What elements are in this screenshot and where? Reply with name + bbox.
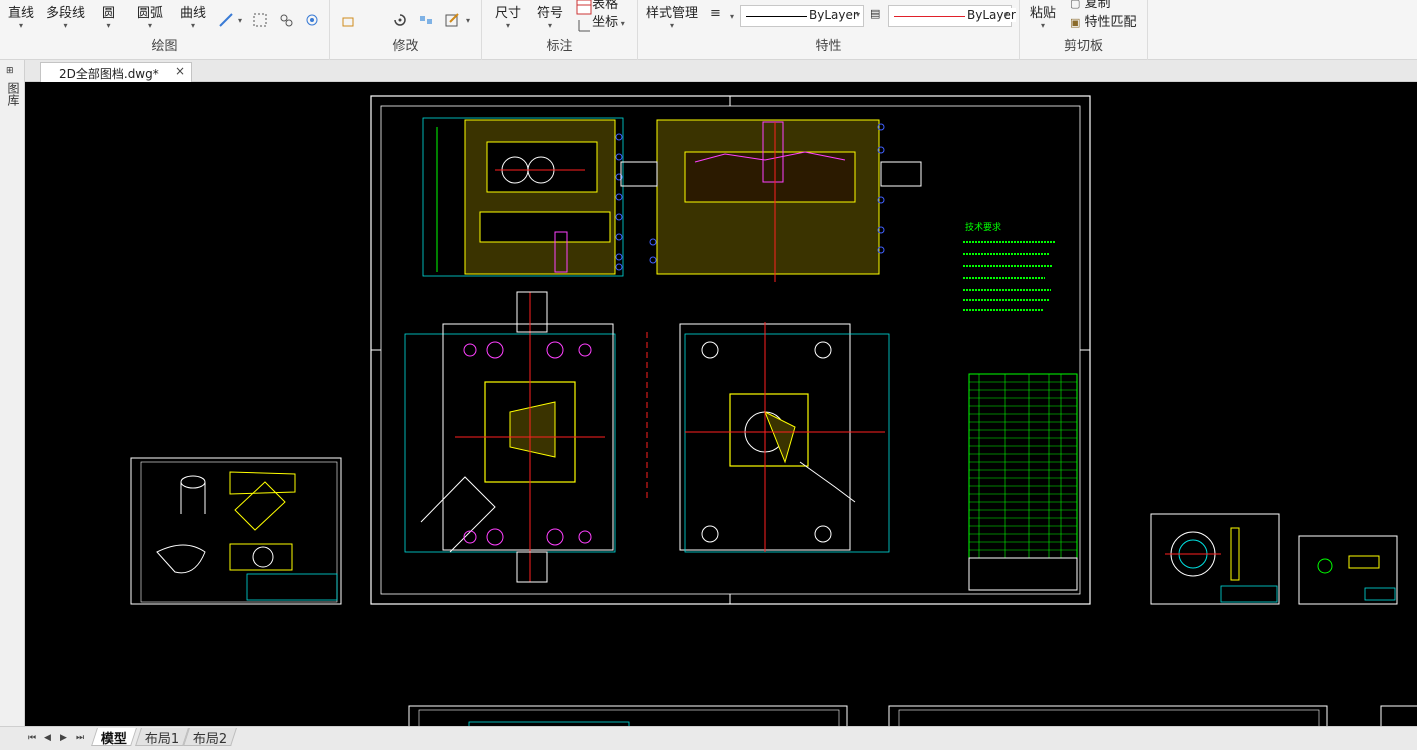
polyline-button[interactable]: 多段线 ▾ <box>46 2 85 31</box>
lineweight-list-icon[interactable]: ▤ <box>870 7 880 20</box>
coordinate-icon <box>576 17 590 31</box>
symbol-button[interactable]: 符号 ▾ <box>537 2 563 31</box>
line-button[interactable]: 直线 ▾ <box>8 2 34 31</box>
dimension-label: 尺寸 <box>495 6 522 21</box>
plan-view-right <box>679 322 890 553</box>
library-panel-label: 图库 <box>6 82 20 106</box>
lineweight-combo[interactable]: ByLayer ▾ <box>888 5 1016 27</box>
tab-layout2-label: 布局2 <box>192 732 228 747</box>
arc-button[interactable]: 圆弧 ▾ <box>137 2 163 31</box>
tab-layout1-label: 布局1 <box>144 732 180 747</box>
boundary-icon[interactable] <box>304 12 320 28</box>
lineweight-sample <box>894 16 966 17</box>
section-view-left <box>422 117 624 277</box>
last-layout-icon[interactable]: ⏭ <box>76 733 84 743</box>
annotate-group-title: 标注 <box>546 39 573 54</box>
region-icon[interactable] <box>278 12 294 28</box>
drawing-svg: 技术要求 <box>130 95 1417 728</box>
draw-group-title: 绘图 <box>151 39 178 54</box>
linetype-value: ByLayer <box>807 8 858 22</box>
copy-button[interactable]: ▢ 复制 <box>1070 0 1111 11</box>
circle-button[interactable]: 圆 ▾ <box>102 2 115 31</box>
table-icon <box>576 0 592 14</box>
first-layout-icon[interactable]: ⏮ <box>28 733 36 743</box>
section-view-right <box>620 119 922 282</box>
small-sheet-right-1 <box>1150 513 1280 605</box>
ribbon: 直线 ▾ 多段线 ▾ 圆 ▾ 圆弧 ▾ 曲线 ▾ ▾ 绘图 ▾ 修改 尺寸 ▾ 符号 ▾ <box>0 0 1417 60</box>
document-tab-title: 2D全部图档.dwg* <box>59 67 159 81</box>
symbol-label: 符号 <box>537 6 564 21</box>
bottom-sheets <box>408 705 1417 728</box>
layout-tab-bar: ⏮ ◀ ▶ ⏭ 模型 布局1 布局2 <box>0 726 1417 750</box>
document-tab[interactable]: 2D全部图档.dwg* × <box>40 62 192 82</box>
hatch-icon[interactable] <box>252 12 268 28</box>
linetype-combo[interactable]: ByLayer ▾ <box>740 5 864 27</box>
construction-line-dropdown[interactable]: ▾ <box>238 16 242 25</box>
paste-label: 粘贴 <box>1030 6 1057 21</box>
tab-layout1[interactable]: 布局1 <box>135 728 190 747</box>
bom-table <box>968 373 1078 591</box>
linetype-dropdown-icon: ▾ <box>855 10 860 19</box>
technical-requirements: 技术要求 <box>963 221 1055 311</box>
annotate-group: 尺寸 ▾ 符号 ▾ 表格 坐标 ▾ 标注 <box>482 0 638 60</box>
pin-icon[interactable]: ⊞ <box>6 66 14 76</box>
paste-button[interactable]: 粘贴 ▾ <box>1030 2 1056 31</box>
library-side-panel[interactable]: ⊞ 图库 <box>0 60 25 728</box>
linetype-list-icon[interactable]: ≡ <box>710 6 721 21</box>
clipboard-group-title: 剪切板 <box>1063 39 1103 54</box>
copy-icon: ▢ <box>1070 0 1081 10</box>
next-layout-icon[interactable]: ▶ <box>60 733 67 743</box>
clipboard-group: 粘贴 ▾ ▢ 复制 ▣ 特性匹配 剪切板 <box>1020 0 1148 60</box>
small-sheet-left <box>130 457 342 605</box>
circle-label: 圆 <box>102 6 116 21</box>
linetype-list-dropdown[interactable]: ▾ <box>730 12 734 21</box>
polyline-label: 多段线 <box>46 6 86 21</box>
drawing-canvas[interactable]: 技术要求 <box>25 82 1417 728</box>
match-props-button[interactable]: ▣ 特性匹配 <box>1070 11 1137 30</box>
modify-group-title: 修改 <box>392 39 419 54</box>
document-tab-strip: 2D全部图档.dwg* × <box>0 60 1417 82</box>
edit-icon[interactable] <box>444 12 460 28</box>
tab-model[interactable]: 模型 <box>91 728 137 747</box>
modify-group: ▾ 修改 <box>330 0 482 60</box>
curve-button[interactable]: 曲线 ▾ <box>180 2 206 31</box>
small-sheet-right-2 <box>1298 535 1398 605</box>
match-props-label: 特性匹配 <box>1084 15 1137 30</box>
copy-label: 复制 <box>1084 0 1111 11</box>
tab-model-label: 模型 <box>100 732 127 747</box>
properties-group-title: 特性 <box>815 39 842 54</box>
draw-group: 直线 ▾ 多段线 ▾ 圆 ▾ 圆弧 ▾ 曲线 ▾ ▾ 绘图 <box>0 0 330 60</box>
linetype-sample <box>746 16 808 17</box>
move-icon[interactable] <box>340 12 356 28</box>
modify-dropdown[interactable]: ▾ <box>466 16 470 25</box>
close-icon[interactable]: × <box>175 64 185 78</box>
style-manager-label: 样式管理 <box>646 6 699 21</box>
rotate-icon[interactable] <box>392 12 408 28</box>
tech-requirements-title: 技术要求 <box>965 221 1001 233</box>
dimension-button[interactable]: 尺寸 ▾ <box>495 2 521 31</box>
array-icon[interactable] <box>418 12 434 28</box>
plan-view-left <box>404 291 648 583</box>
tab-layout2[interactable]: 布局2 <box>183 728 238 747</box>
line-label: 直线 <box>8 6 35 21</box>
curve-label: 曲线 <box>180 6 207 21</box>
lineweight-value: ByLayer <box>965 8 1016 22</box>
prev-layout-icon[interactable]: ◀ <box>44 733 51 743</box>
style-manager-button[interactable]: 样式管理 ▾ <box>646 2 698 31</box>
construction-line-icon[interactable] <box>218 12 234 28</box>
coordinate-button[interactable]: 坐标 ▾ <box>576 11 625 31</box>
arc-label: 圆弧 <box>137 6 164 21</box>
properties-group: 样式管理 ▾ ≡ ▾ ByLayer ▾ ▤ ByLayer ▾ 特性 <box>638 0 1020 60</box>
coordinate-label: 坐标 <box>592 15 619 30</box>
match-props-icon: ▣ <box>1070 16 1081 29</box>
lineweight-dropdown-icon: ▾ <box>1003 10 1008 19</box>
